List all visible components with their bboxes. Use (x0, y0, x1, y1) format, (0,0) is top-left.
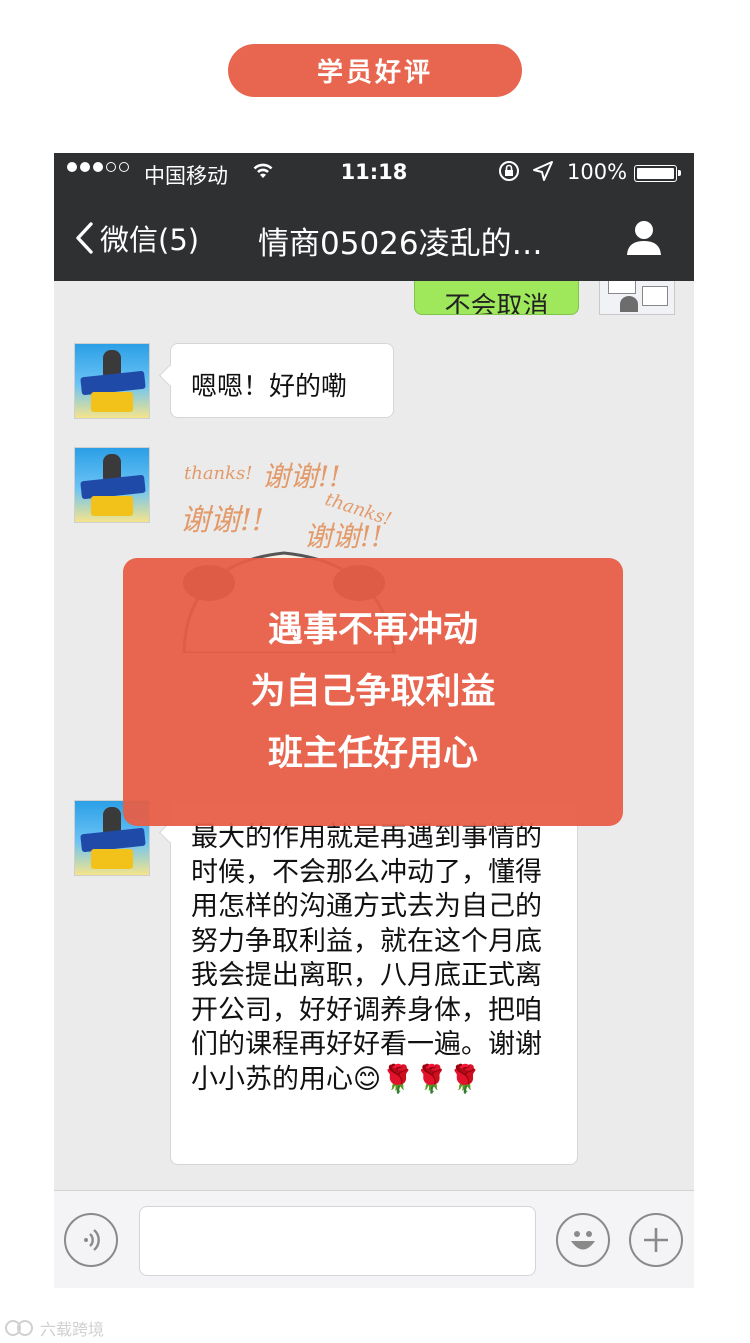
battery-icon (634, 165, 681, 182)
battery-percent: 100% (567, 160, 628, 184)
input-bar (54, 1190, 694, 1288)
contact-profile-icon[interactable] (624, 217, 664, 257)
review-banner: 学员好评 (228, 44, 522, 97)
overlay-line: 遇事不再冲动 (267, 610, 478, 650)
emoji-button[interactable] (556, 1213, 610, 1267)
incoming-message[interactable]: 嗯嗯！好的嘞 (170, 343, 394, 418)
back-chevron-icon (76, 222, 93, 254)
status-bar: 中国移动 11:18 100% (54, 153, 694, 193)
avatar[interactable] (74, 447, 150, 523)
avatar[interactable] (74, 343, 150, 419)
smile-and-rose-emoji: 😊🌹🌹🌹 (353, 1063, 483, 1095)
highlight-overlay: 遇事不再冲动 为自己争取利益 班主任好用心 (123, 558, 623, 826)
brand-logo-icon (5, 1320, 33, 1336)
emoji-icon (571, 1231, 595, 1250)
top-bar: 中国移动 11:18 100% 微信(5) 情商05026凌乱的… (54, 153, 694, 281)
location-icon (532, 160, 554, 187)
back-button[interactable]: 微信(5) (74, 217, 199, 259)
plus-icon (644, 1228, 668, 1252)
overlay-line: 为自己争取利益 (250, 672, 496, 712)
incoming-message[interactable]: 最大的作用就是再遇到事情的时候，不会那么冲动了，懂得用怎样的沟通方式去为自己的努… (170, 800, 578, 1165)
message-input[interactable] (139, 1206, 536, 1276)
plus-button[interactable] (629, 1213, 683, 1267)
chat-title: 情商05026凌乱的… (258, 226, 543, 262)
chat-header: 微信(5) 情商05026凌乱的… (54, 193, 694, 281)
rotation-lock-icon (498, 160, 520, 182)
voice-icon (84, 1229, 100, 1251)
voice-button[interactable] (64, 1213, 118, 1267)
watermark-logo: 六载跨境 (4, 1316, 104, 1340)
overlay-line: 班主任好用心 (267, 734, 478, 774)
back-label: 微信(5) (100, 223, 200, 257)
